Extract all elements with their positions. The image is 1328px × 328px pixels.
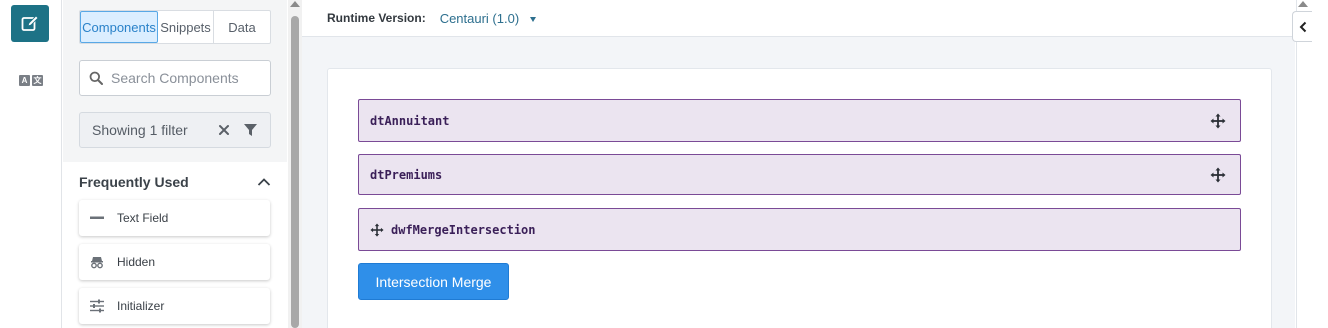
- runtime-version-select[interactable]: Centauri (1.0): [439, 10, 537, 26]
- component-panel: Components Snippets Data Showing 1 filte…: [63, 0, 287, 328]
- filter-indicator: Showing 1 filter: [79, 112, 271, 148]
- caret-down-icon: [530, 16, 537, 22]
- collapse-panel-button[interactable]: [1292, 11, 1312, 42]
- scroll-up-arrow-icon[interactable]: [1298, 1, 1308, 7]
- left-rail: A 文: [0, 0, 62, 328]
- move-icon[interactable]: [1210, 167, 1226, 183]
- search-input[interactable]: [111, 70, 261, 86]
- translate-glyph-a: A: [19, 75, 30, 86]
- component-item-initializer[interactable]: Initializer: [79, 288, 270, 324]
- move-icon[interactable]: [370, 222, 384, 237]
- form-field-dtpremiums[interactable]: dtPremiums: [358, 154, 1241, 195]
- panel-scrollbar[interactable]: [288, 0, 302, 328]
- hidden-icon: [89, 254, 105, 270]
- edit-icon[interactable]: [11, 5, 49, 42]
- component-item-text-field[interactable]: Text Field: [79, 200, 270, 236]
- component-item-label: Text Field: [117, 211, 169, 225]
- intersection-merge-button[interactable]: Intersection Merge: [358, 263, 509, 300]
- component-item-label: Initializer: [117, 299, 165, 313]
- component-item-hidden[interactable]: Hidden: [79, 244, 270, 280]
- filter-text: Showing 1 filter: [92, 122, 188, 138]
- tab-data[interactable]: Data: [214, 11, 270, 43]
- search-box: [79, 60, 271, 96]
- chevron-up-icon: [257, 178, 271, 186]
- component-item-label: Hidden: [117, 255, 156, 269]
- section-frequently-used[interactable]: Frequently Used: [79, 172, 271, 192]
- runtime-version-value: Centauri (1.0): [439, 10, 520, 26]
- field-name: dtAnnuitant: [370, 113, 450, 128]
- translate-glyph-b: 文: [32, 75, 43, 86]
- move-icon[interactable]: [1210, 113, 1226, 129]
- form-canvas: Runtime Version: Centauri (1.0) dtAnnuit…: [302, 0, 1295, 328]
- search-icon: [89, 71, 103, 85]
- runtime-label: Runtime Version:: [327, 11, 426, 25]
- form-card: dtAnnuitant dtPremiums dwfMergeIntersect…: [327, 68, 1272, 328]
- text-field-icon: [89, 210, 105, 226]
- runtime-bar: Runtime Version: Centauri (1.0): [302, 0, 1295, 37]
- form-field-dwfmergeintersection[interactable]: dwfMergeIntersection: [358, 208, 1241, 251]
- close-icon[interactable]: [217, 123, 231, 137]
- sliders-icon: [89, 298, 105, 314]
- translate-icon[interactable]: A 文: [19, 75, 43, 89]
- form-field-dtannuitant[interactable]: dtAnnuitant: [358, 99, 1241, 142]
- field-name: dwfMergeIntersection: [391, 222, 536, 237]
- field-name: dtPremiums: [370, 167, 443, 182]
- tab-snippets[interactable]: Snippets: [158, 11, 214, 43]
- panel-tabs: Components Snippets Data: [79, 10, 271, 44]
- panel-header: Components Snippets Data Showing 1 filte…: [63, 0, 287, 162]
- right-panel-edge: [1296, 0, 1328, 328]
- scrollbar-thumb[interactable]: [291, 16, 299, 328]
- filter-icon[interactable]: [243, 123, 258, 137]
- scroll-up-arrow-icon[interactable]: [290, 1, 300, 7]
- chevron-left-icon: [1299, 21, 1306, 32]
- section-title: Frequently Used: [79, 174, 189, 190]
- tab-components[interactable]: Components: [80, 11, 158, 43]
